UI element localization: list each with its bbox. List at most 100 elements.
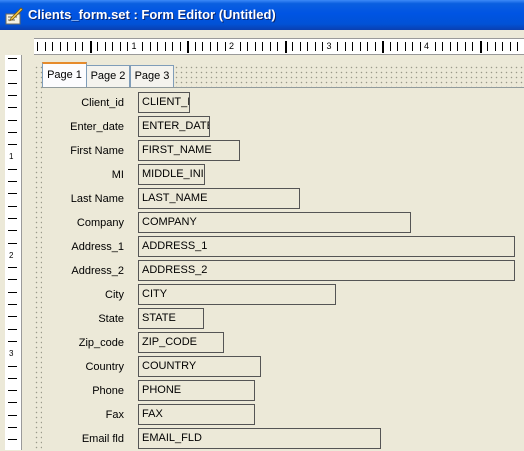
field-city[interactable]: CITY	[138, 284, 336, 305]
ruler-tick	[52, 42, 53, 51]
ruler-tick	[389, 42, 391, 51]
field-address-2[interactable]: ADDRESS_2	[138, 260, 515, 281]
ruler-tick	[8, 328, 17, 330]
ruler-tick	[127, 42, 128, 51]
field-company[interactable]: COMPANY	[138, 212, 411, 233]
ruler-tick	[449, 42, 451, 51]
ruler-tick	[464, 42, 466, 51]
label-address-2: Address_2	[71, 265, 124, 277]
ruler-tick	[8, 94, 17, 96]
ruler-tick	[82, 42, 83, 51]
tab-page-3[interactable]: Page 3	[130, 65, 174, 87]
form-page-1[interactable]: Client_id CLIENT_ID Enter_date ENTER_DAT…	[42, 87, 524, 451]
ruler-tick	[299, 42, 301, 51]
ruler-tick	[292, 42, 293, 51]
ruler-tick	[8, 316, 17, 318]
tab-page-2[interactable]: Page 2	[86, 65, 130, 87]
ruler-tick	[457, 42, 458, 51]
window-title: Clients_form.set : Form Editor (Untitled…	[28, 7, 276, 22]
ruler-tick	[8, 168, 17, 170]
ruler-tick	[479, 41, 482, 53]
ruler-tick	[359, 42, 361, 51]
ruler-tick	[442, 42, 443, 51]
ruler-tick	[8, 119, 17, 121]
ruler-tick	[247, 42, 248, 51]
ruler-tick	[187, 41, 189, 53]
field-fax[interactable]: FAX	[138, 404, 255, 425]
label-last-name: Last Name	[70, 193, 124, 205]
ruler-number: 1	[131, 41, 137, 51]
ruler-tick	[502, 42, 503, 51]
ruler-tick	[8, 439, 17, 441]
ruler-number: 2	[229, 41, 235, 51]
ruler-tick	[8, 365, 17, 367]
ruler-tick	[217, 42, 218, 51]
label-state: State	[98, 313, 124, 325]
label-country: Country	[85, 361, 124, 373]
ruler-tick	[277, 42, 278, 51]
ruler-tick	[8, 217, 17, 219]
ruler-tick	[314, 42, 316, 51]
ruler-tick	[8, 205, 17, 207]
label-company: Company	[76, 217, 124, 229]
ruler-tick	[344, 42, 346, 51]
ruler-tick	[517, 42, 518, 51]
label-email-fld: Email fld	[81, 433, 124, 445]
ruler-tick	[8, 70, 17, 72]
ruler-tick	[104, 42, 106, 51]
form-editor-icon	[5, 7, 24, 25]
ruler-tick	[97, 42, 98, 51]
ruler-tick	[8, 267, 17, 269]
ruler-tick	[284, 41, 287, 53]
ruler-tick	[434, 42, 436, 51]
ruler-tick	[382, 41, 384, 53]
title-bar[interactable]: Clients_form.set : Form Editor (Untitled…	[0, 0, 524, 30]
label-client-id: Client_id	[81, 97, 124, 109]
field-mi[interactable]: MIDDLE_INITIAL	[138, 164, 205, 185]
ruler-tick	[509, 42, 511, 51]
field-address-1[interactable]: ADDRESS_1	[138, 236, 515, 257]
field-state[interactable]: STATE	[138, 308, 204, 329]
form-editor-canvas[interactable]: 1 2 3 4 1 2 3 Page 1 Page 2 Page 3 Client_id …	[0, 30, 524, 451]
field-email-fld[interactable]: EMAIL_FLD	[138, 428, 381, 449]
ruler-tick	[202, 42, 203, 51]
ruler-tick	[8, 402, 17, 404]
horizontal-ruler: 1 2 3 4	[34, 38, 524, 55]
ruler-number: 1	[9, 152, 14, 162]
ruler-tick	[224, 42, 226, 51]
ruler-tick	[8, 58, 17, 59]
ruler-tick	[472, 42, 473, 51]
ruler-tick	[8, 181, 17, 182]
field-client-id[interactable]: CLIENT_ID	[138, 92, 190, 113]
ruler-tick	[8, 107, 17, 109]
field-zip-code[interactable]: ZIP_CODE	[138, 332, 224, 353]
label-address-1: Address_1	[71, 241, 124, 253]
ruler-tick	[8, 242, 17, 244]
ruler-tick	[8, 230, 17, 232]
ruler-tick	[8, 279, 17, 281]
ruler-tick	[322, 42, 323, 51]
ruler-tick	[8, 377, 17, 379]
ruler-tick	[164, 42, 166, 51]
ruler-tick	[254, 42, 256, 51]
ruler-tick	[8, 390, 17, 392]
ruler-tick	[374, 42, 376, 51]
ruler-tick	[404, 42, 406, 51]
ruler-tick	[8, 82, 17, 84]
tab-page-1[interactable]: Page 1	[42, 62, 87, 88]
ruler-tick	[487, 42, 488, 51]
ruler-tick	[307, 42, 308, 51]
label-zip-code: Zip_code	[78, 337, 124, 349]
field-enter-date[interactable]: ENTER_DATE	[138, 116, 210, 137]
field-phone[interactable]: PHONE	[138, 380, 255, 401]
ruler-tick	[89, 41, 92, 53]
ruler-number: 3	[326, 41, 332, 51]
ruler-tick	[172, 42, 173, 51]
field-first-name[interactable]: FIRST_NAME	[138, 140, 240, 161]
ruler-tick	[112, 42, 113, 51]
ruler-tick	[157, 42, 158, 51]
ruler-number: 2	[9, 250, 14, 260]
ruler-tick	[8, 193, 17, 195]
field-last-name[interactable]: LAST_NAME	[138, 188, 300, 209]
field-country[interactable]: COUNTRY	[138, 356, 261, 377]
